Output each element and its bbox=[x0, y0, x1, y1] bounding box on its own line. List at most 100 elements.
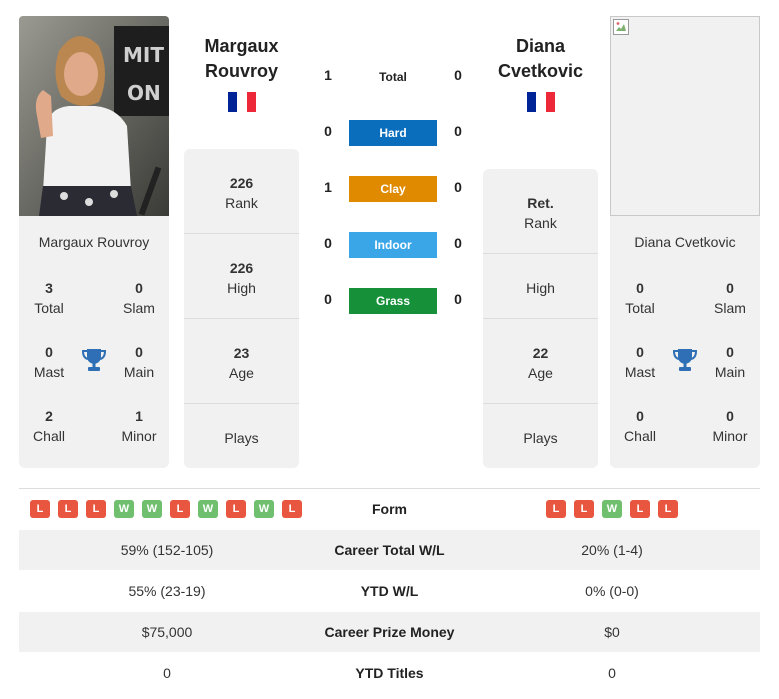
player2-age-value: 22 bbox=[532, 345, 549, 361]
svg-text:ON: ON bbox=[127, 81, 161, 105]
form-badge[interactable]: L bbox=[574, 500, 594, 518]
player1-name[interactable]: Margaux Rouvroy bbox=[19, 234, 169, 250]
player2-high-label: High bbox=[526, 280, 555, 296]
player1-photo-image: MIT ON bbox=[19, 16, 169, 216]
player1-chall: 2 Chall bbox=[19, 406, 79, 446]
player2-rank: Ret. Rank bbox=[483, 193, 598, 233]
player1-ytd-wl: 55% (23-19) bbox=[128, 583, 206, 599]
h2h-clay-p2: 0 bbox=[454, 179, 462, 195]
player2-photo[interactable] bbox=[610, 16, 760, 216]
player1-heading-line1: Margaux bbox=[204, 36, 279, 56]
player2-total: 0 Total bbox=[610, 278, 670, 318]
surface-hard-button[interactable]: Hard bbox=[349, 120, 437, 146]
player1-total-label: Total bbox=[34, 300, 64, 316]
h2h-grass-p2: 0 bbox=[454, 291, 462, 307]
trophy-icon bbox=[672, 347, 698, 373]
player1-chall-value: 2 bbox=[45, 408, 53, 424]
form-badge[interactable]: L bbox=[58, 500, 78, 518]
player1-minor: 1 Minor bbox=[109, 406, 169, 446]
form-badge[interactable]: L bbox=[86, 500, 106, 518]
flag-stripe-red bbox=[545, 92, 555, 112]
player1-ytd-titles: 0 bbox=[163, 665, 171, 681]
player1-minor-label: Minor bbox=[121, 428, 157, 444]
form-badge[interactable]: L bbox=[546, 500, 566, 518]
form-badge[interactable]: W bbox=[254, 500, 274, 518]
form-row: L L L W W L W L W L Form L L W L L bbox=[19, 489, 760, 529]
form-badge[interactable]: W bbox=[114, 500, 134, 518]
player2-career-wl: 20% (1-4) bbox=[581, 542, 643, 558]
player2-mast-label: Mast bbox=[624, 364, 656, 380]
player2-plays: Plays bbox=[483, 428, 598, 448]
h2h-indoor-p1: 0 bbox=[324, 235, 332, 251]
player2-heading-line1: Diana bbox=[515, 36, 566, 56]
form-badge[interactable]: L bbox=[630, 500, 650, 518]
h2h-grass-p1: 0 bbox=[324, 291, 332, 307]
form-badge[interactable]: L bbox=[30, 500, 50, 518]
flag-stripe-blue bbox=[527, 92, 537, 112]
form-badge[interactable]: W bbox=[142, 500, 162, 518]
h2h-total-label: Total bbox=[379, 70, 407, 84]
h2h-indoor-p2: 0 bbox=[454, 235, 462, 251]
player1-plays: Plays bbox=[184, 428, 299, 448]
form-badge[interactable]: L bbox=[658, 500, 678, 518]
player2-minor-value: 0 bbox=[726, 408, 734, 424]
divider bbox=[483, 403, 598, 404]
divider bbox=[184, 318, 299, 319]
player1-heading-line2: Rouvroy bbox=[204, 61, 278, 81]
player2-heading[interactable]: Diana Cvetkovic bbox=[483, 34, 598, 84]
player1-photo[interactable]: MIT ON bbox=[19, 16, 169, 216]
player1-rank: 226 Rank bbox=[184, 173, 299, 213]
player1-mast-label: Mast bbox=[33, 364, 65, 380]
player1-minor-value: 1 bbox=[135, 408, 143, 424]
player1-mast-value: 0 bbox=[45, 344, 53, 360]
player1-flag bbox=[228, 92, 256, 112]
flag-stripe-red bbox=[246, 92, 256, 112]
player2-name[interactable]: Diana Cvetkovic bbox=[610, 234, 760, 250]
table-row: 0 YTD Titles 0 bbox=[19, 653, 760, 693]
surface-grass-button[interactable]: Grass bbox=[349, 288, 437, 314]
player2-chall-value: 0 bbox=[636, 408, 644, 424]
player2-ytd-wl: 0% (0-0) bbox=[585, 583, 639, 599]
table-row: 59% (152-105) Career Total W/L 20% (1-4) bbox=[19, 530, 760, 570]
player1-slam-value: 0 bbox=[135, 280, 143, 296]
player2-slam: 0 Slam bbox=[700, 278, 760, 318]
player1-heading[interactable]: Margaux Rouvroy bbox=[184, 34, 299, 84]
divider bbox=[483, 318, 598, 319]
form-badge[interactable]: W bbox=[602, 500, 622, 518]
player2-plays-label: Plays bbox=[523, 430, 558, 446]
divider bbox=[483, 253, 598, 254]
player1-rank-value: 226 bbox=[229, 175, 254, 191]
player2-rank-value: Ret. bbox=[527, 195, 554, 211]
player1-career-wl: 59% (152-105) bbox=[120, 542, 214, 558]
player2-total-label: Total bbox=[625, 300, 655, 316]
form-badge[interactable]: L bbox=[282, 500, 302, 518]
player1-plays-label: Plays bbox=[224, 430, 259, 446]
form-badge[interactable]: L bbox=[226, 500, 246, 518]
player1-main-label: Main bbox=[123, 364, 155, 380]
player2-heading-line2: Cvetkovic bbox=[497, 61, 584, 81]
h2h-total-p1: 1 bbox=[324, 67, 332, 83]
form-label: Form bbox=[372, 501, 407, 517]
player2-chall: 0 Chall bbox=[610, 406, 670, 446]
player2-chall-label: Chall bbox=[624, 428, 656, 444]
form-badge[interactable]: L bbox=[170, 500, 190, 518]
surface-clay-button[interactable]: Clay bbox=[349, 176, 437, 202]
player2-ytd-titles: 0 bbox=[608, 665, 616, 681]
player2-flag bbox=[527, 92, 555, 112]
surface-indoor-button[interactable]: Indoor bbox=[349, 232, 437, 258]
h2h-clay-p1: 1 bbox=[324, 179, 332, 195]
player2-slam-value: 0 bbox=[726, 280, 734, 296]
player1-slam: 0 Slam bbox=[109, 278, 169, 318]
player2-minor-label: Minor bbox=[712, 428, 748, 444]
table-row: 55% (23-19) YTD W/L 0% (0-0) bbox=[19, 571, 760, 611]
player2-main-value: 0 bbox=[726, 344, 734, 360]
form-badge[interactable]: W bbox=[198, 500, 218, 518]
svg-text:MIT: MIT bbox=[123, 43, 164, 67]
player1-total-value: 3 bbox=[45, 280, 53, 296]
player2-main-label: Main bbox=[714, 364, 746, 380]
divider bbox=[184, 403, 299, 404]
broken-image-icon bbox=[613, 19, 629, 35]
player1-high: 226 High bbox=[184, 258, 299, 298]
player2-total-value: 0 bbox=[636, 280, 644, 296]
h2h-hard-p1: 0 bbox=[324, 123, 332, 139]
